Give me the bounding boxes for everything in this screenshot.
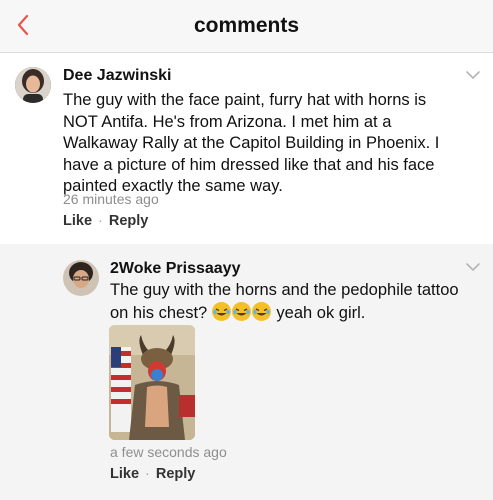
comment-actions: Like · Reply bbox=[63, 213, 148, 229]
header-bar: comments bbox=[0, 0, 493, 53]
comment-text: The guy with the face paint, furry hat w… bbox=[63, 91, 440, 195]
separator: · bbox=[145, 466, 150, 482]
comment-timestamp: a few seconds ago bbox=[110, 444, 227, 460]
comment-timestamp: 26 minutes ago bbox=[63, 191, 159, 207]
laughing-emoji-icon bbox=[211, 301, 231, 321]
like-button[interactable]: Like bbox=[63, 213, 92, 229]
chevron-down-icon[interactable] bbox=[465, 70, 481, 80]
attached-photo[interactable] bbox=[109, 325, 195, 440]
like-button[interactable]: Like bbox=[110, 466, 139, 482]
reply-button[interactable]: Reply bbox=[156, 466, 196, 482]
avatar[interactable] bbox=[15, 67, 51, 103]
comment-author[interactable]: 2Woke Prissaayy bbox=[110, 260, 240, 278]
emoji-group bbox=[211, 301, 277, 322]
reply-comment: 2Woke Prissaayy The guy with the horns a… bbox=[0, 244, 493, 500]
page-title: comments bbox=[193, 14, 300, 37]
comment-actions: Like · Reply bbox=[110, 466, 195, 482]
comment-text: The guy with the horns and the pedophile… bbox=[110, 280, 470, 324]
separator: · bbox=[98, 213, 103, 229]
laughing-emoji-icon bbox=[251, 301, 271, 321]
comment-author[interactable]: Dee Jazwinski bbox=[63, 67, 172, 85]
laughing-emoji-icon bbox=[231, 301, 251, 321]
avatar[interactable] bbox=[63, 260, 99, 296]
comment-text-after: yeah ok girl. bbox=[276, 303, 366, 322]
chevron-down-icon[interactable] bbox=[465, 262, 481, 272]
reply-button[interactable]: Reply bbox=[109, 213, 149, 229]
comment: Dee Jazwinski The guy with the face pain… bbox=[0, 53, 493, 244]
